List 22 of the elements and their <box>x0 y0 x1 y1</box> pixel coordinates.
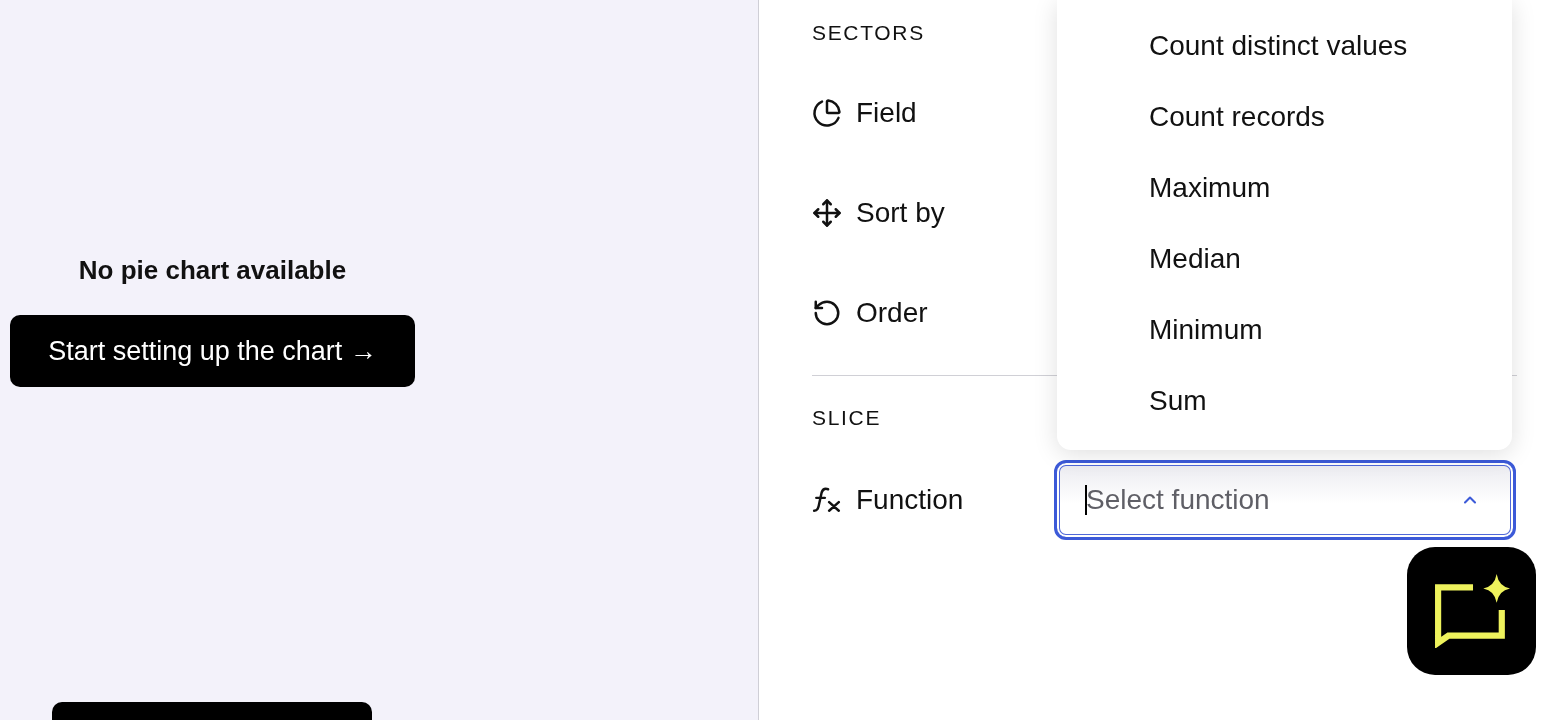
chat-sparkle-icon <box>1433 574 1510 648</box>
section-heading: SLICE <box>812 405 882 431</box>
menu-item[interactable]: Median <box>1057 223 1512 294</box>
menu-item[interactable]: Minimum <box>1057 294 1512 365</box>
menu-item[interactable]: Sum <box>1057 365 1512 436</box>
setting-label: Sort by <box>856 196 945 230</box>
setting-label: Order <box>856 296 928 330</box>
setting-label: Field <box>856 96 917 130</box>
function-icon <box>812 487 842 513</box>
setting-label: Function <box>856 483 964 517</box>
function-select[interactable]: Select function <box>1054 460 1516 540</box>
menu-item[interactable]: Maximum <box>1057 152 1512 223</box>
section-heading: SECTORS <box>812 21 925 44</box>
move-arrows-icon <box>812 198 842 228</box>
pie-chart-icon <box>812 98 842 128</box>
text-cursor <box>1085 485 1087 515</box>
menu-item[interactable]: Count distinct values <box>1057 10 1512 81</box>
chat-button[interactable] <box>1407 547 1536 675</box>
empty-state-title: No pie chart available <box>78 254 347 287</box>
menu-item[interactable]: Count records <box>1057 81 1512 152</box>
setup-chart-button[interactable]: Start setting up the chart → <box>10 315 415 387</box>
circular-arrow-icon <box>812 298 842 328</box>
